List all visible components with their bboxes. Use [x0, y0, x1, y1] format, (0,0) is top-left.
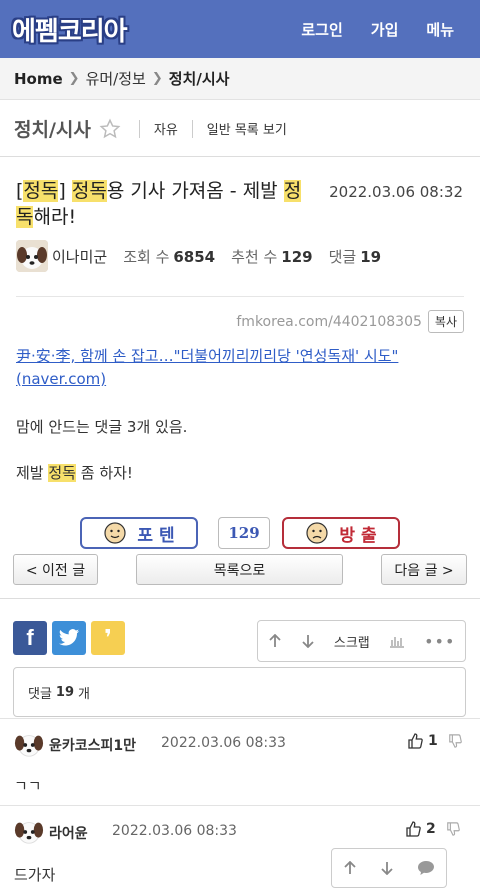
- top-nav: 로그인 가입 메뉴: [301, 0, 480, 58]
- title-part-highlight: 정독: [71, 180, 107, 202]
- thumbs-up-icon[interactable]: [405, 821, 421, 837]
- source-url: fmkorea.com/4402108305: [236, 313, 422, 330]
- recommend-count: 추천 수 129: [231, 246, 312, 267]
- arrow-up-icon[interactable]: [268, 634, 282, 648]
- post-date: 2022.03.06 08:32: [329, 183, 463, 201]
- thumbs-up-face-icon: [104, 522, 126, 544]
- vote-up-button[interactable]: 포 텐: [80, 517, 198, 549]
- top-header: 에펨코리아 로그인 가입 메뉴: [0, 0, 480, 58]
- comment-like-count: 1: [428, 733, 438, 749]
- title-part-highlight: 정독: [23, 180, 59, 202]
- comment-item: 윤카코스피1만 2022.03.06 08:33 1 ㄱㄱ: [0, 718, 480, 804]
- thumbs-down-face-icon: [306, 522, 328, 544]
- post-meta: 이나미군 조회 수 6854 추천 수 129 댓글 19: [16, 238, 381, 274]
- thumbs-down-icon[interactable]: [448, 734, 462, 748]
- chevron-right-icon: ❯: [68, 71, 80, 86]
- recommend-count-label: 추천 수: [231, 247, 278, 266]
- comment-count-meta: 댓글 19: [329, 246, 381, 267]
- body-text-part: 제발: [16, 464, 49, 482]
- view-count: 조회 수 6854: [123, 246, 215, 267]
- comment-count-number: 19: [55, 684, 75, 700]
- reply-bubble-icon[interactable]: [417, 860, 435, 876]
- list-button[interactable]: 목록으로: [136, 554, 343, 585]
- login-link[interactable]: 로그인: [301, 19, 342, 40]
- divider: [16, 296, 464, 297]
- breadcrumb-home[interactable]: Home: [14, 70, 63, 88]
- avatar[interactable]: [16, 240, 48, 272]
- comment-text: 드가자: [14, 866, 56, 884]
- comment-text: ㄱㄱ: [14, 777, 42, 795]
- comment-like: 1: [407, 733, 462, 749]
- source-url-row: fmkorea.com/4402108305 복사: [236, 310, 464, 333]
- comment-count-box: 댓글 19 개: [13, 667, 466, 717]
- comment-count-prefix: 댓글: [28, 686, 52, 702]
- comment-author[interactable]: 라어윤: [49, 823, 88, 843]
- breadcrumb-category[interactable]: 유머/정보: [86, 68, 146, 89]
- more-icon[interactable]: •••: [424, 632, 455, 651]
- comment-count-suffix: 개: [78, 686, 90, 702]
- comment-like-count: 2: [426, 821, 436, 837]
- body-text-highlight: 정독: [48, 464, 76, 482]
- stats-icon[interactable]: [389, 634, 405, 648]
- dog-avatar-icon: [16, 240, 48, 272]
- logo-text: 에펨코리아: [12, 16, 128, 47]
- twitter-icon: [58, 629, 80, 646]
- board-title[interactable]: 정치/시사: [14, 115, 91, 142]
- thumbs-up-icon[interactable]: [407, 733, 423, 749]
- prev-post-button[interactable]: < 이전 글: [13, 554, 98, 585]
- comment-like: 2: [405, 821, 460, 837]
- vote-down-button[interactable]: 방 출: [282, 517, 400, 549]
- arrow-down-icon[interactable]: [301, 634, 315, 648]
- site-logo[interactable]: 에펨코리아: [12, 11, 128, 47]
- post-title: [정독] 정독용 기사 가져옴 - 제발 정독해라!: [16, 178, 316, 230]
- next-post-button[interactable]: 다음 글 >: [381, 554, 467, 585]
- comment-count-label: 댓글: [328, 247, 357, 266]
- board-header: 정치/시사 자유 일반 목록 보기: [0, 101, 480, 157]
- comment-author[interactable]: 윤카코스피1만: [49, 735, 136, 755]
- title-part: 용 기사 가져옴 - 제발: [106, 180, 284, 202]
- comment-count-value: 19: [360, 247, 382, 266]
- kakaostory-icon: ❜: [104, 625, 112, 651]
- divider: [0, 598, 480, 599]
- dog-avatar-icon[interactable]: [14, 816, 44, 846]
- news-link[interactable]: 尹·安·李, 함께 손 잡고…"더불어끼리끼리당 '연성독재' 시도" (nav…: [16, 345, 456, 391]
- kakaostory-share-button[interactable]: ❜: [91, 621, 125, 655]
- divider: [138, 119, 140, 138]
- arrow-down-icon[interactable]: [380, 861, 394, 875]
- title-part: 해라!: [33, 206, 77, 228]
- scrap-button[interactable]: 스크랩: [334, 632, 370, 651]
- board-link-free[interactable]: 자유: [154, 119, 178, 138]
- vote-count: 129: [218, 517, 270, 549]
- arrow-up-icon[interactable]: [343, 861, 357, 875]
- title-part: ]: [58, 180, 72, 202]
- dog-avatar-icon[interactable]: [14, 729, 44, 759]
- facebook-share-button[interactable]: f: [13, 621, 47, 655]
- body-text-line: 제발 정독 좀 하자!: [16, 462, 133, 483]
- breadcrumb-current[interactable]: 정치/시사: [169, 68, 230, 89]
- vote-down-label: 방 출: [339, 525, 377, 546]
- comment-actions: [331, 848, 447, 888]
- thumbs-down-icon[interactable]: [446, 822, 460, 836]
- vote-up-label: 포 텐: [137, 525, 175, 546]
- author-name[interactable]: 이나미군: [52, 246, 107, 267]
- twitter-share-button[interactable]: [52, 621, 86, 655]
- divider: [191, 119, 193, 138]
- body-text-part: 좀 하자!: [75, 464, 133, 482]
- comment-date: 2022.03.06 08:33: [161, 735, 286, 751]
- breadcrumb: Home ❯ 유머/정보 ❯ 정치/시사: [0, 58, 480, 100]
- star-icon[interactable]: [99, 118, 121, 140]
- board-link-list-view[interactable]: 일반 목록 보기: [207, 119, 287, 138]
- chevron-right-icon: ❯: [151, 71, 163, 86]
- post-actions: 스크랩 •••: [257, 620, 466, 662]
- facebook-icon: f: [26, 625, 34, 650]
- comment-date: 2022.03.06 08:33: [112, 823, 237, 839]
- recommend-count-value: 129: [281, 247, 313, 266]
- view-count-label: 조회 수: [123, 247, 170, 266]
- body-text-line: 맘에 안드는 댓글 3개 있음.: [16, 418, 188, 436]
- menu-link[interactable]: 메뉴: [426, 19, 454, 40]
- copy-button[interactable]: 복사: [427, 310, 464, 333]
- signup-link[interactable]: 가입: [371, 19, 399, 40]
- view-count-value: 6854: [173, 247, 216, 266]
